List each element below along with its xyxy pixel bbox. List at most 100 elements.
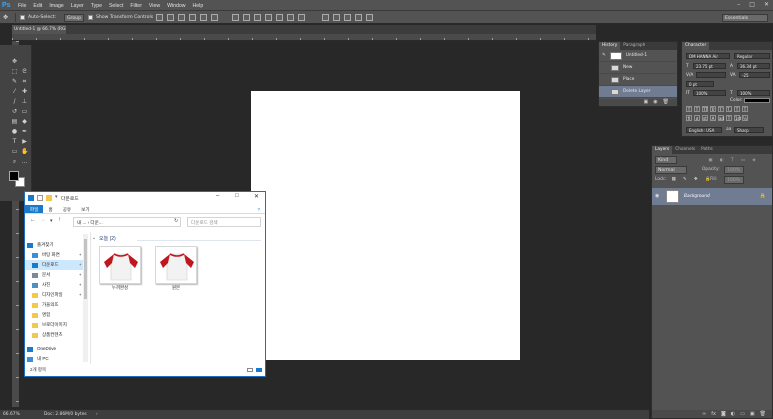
link-icon[interactable]: ∞ [702, 410, 706, 418]
align-left-icon[interactable] [189, 14, 196, 21]
opacity-field[interactable]: 100% [724, 166, 744, 174]
distribute-middle-icon[interactable] [243, 14, 250, 21]
menu-image[interactable]: Image [49, 3, 63, 9]
extra-tools-icon[interactable]: … [21, 158, 28, 165]
distribute-right-icon[interactable] [287, 14, 294, 21]
underline-button[interactable]: T [734, 106, 740, 112]
align-right-icon[interactable] [211, 14, 218, 21]
history-item[interactable]: New [599, 62, 677, 74]
eraser-tool-icon[interactable]: ▭ [21, 108, 28, 115]
folder-icon[interactable] [46, 195, 52, 201]
path-select-icon[interactable]: ▶ [21, 138, 28, 145]
dodge-tool-icon[interactable]: ● [11, 128, 18, 135]
sidebar-item[interactable]: 즐겨찾기 [25, 240, 83, 250]
camera-snapshot-icon[interactable]: ◉ [653, 99, 657, 106]
large-icons-view-icon[interactable] [256, 368, 262, 372]
history-snapshot[interactable]: ✎ Untitled-1 [599, 50, 677, 62]
back-arrow-icon[interactable]: ← [30, 217, 36, 223]
align-center-icon[interactable] [200, 14, 207, 21]
blur-tool-icon[interactable]: ◆ [21, 118, 28, 125]
hand-tool-icon[interactable]: ✋ [21, 148, 28, 155]
titling-alt-button[interactable]: T [726, 115, 732, 121]
healing-brush-icon[interactable]: ✚ [21, 88, 28, 95]
stylistic-alt-button[interactable]: ad [718, 115, 724, 121]
status-arrow-icon[interactable]: › [96, 410, 98, 419]
layer-row-background[interactable]: ◉ Background 🔒 [652, 188, 772, 205]
pin-icon[interactable]: ✦ [79, 270, 82, 280]
menu-layer[interactable]: Layer [71, 3, 84, 9]
minimize-button[interactable]: – [737, 1, 740, 8]
blend-mode-select[interactable]: Normal [655, 166, 687, 174]
align-middle-icon[interactable] [167, 14, 174, 21]
clone-stamp-icon[interactable]: ⊥ [21, 98, 28, 105]
trash-icon[interactable]: 🗑 [760, 410, 766, 418]
sidebar-item[interactable]: 다운로드 ✦ [25, 260, 83, 270]
ordinals-button[interactable]: 1st [734, 115, 741, 121]
document-tab[interactable]: Untitled-1 @ 66.7% (RGB/8) * [12, 25, 66, 34]
trash-icon[interactable]: 🗑 [663, 99, 669, 106]
auto-select-checkbox[interactable] [20, 15, 25, 20]
file-item[interactable]: 원본 [153, 246, 199, 292]
font-size-field[interactable]: 23.75 pt [693, 63, 726, 69]
tracking-field[interactable]: -25 [739, 72, 770, 78]
document-canvas[interactable] [251, 91, 520, 360]
recent-locations-icon[interactable]: ▾ [50, 218, 53, 224]
horizontal-ruler[interactable] [12, 34, 596, 41]
auto-align-icon[interactable] [298, 14, 305, 21]
tab-character[interactable]: Character [682, 42, 710, 50]
sidebar-item[interactable]: 바탕 화면 ✦ [25, 250, 83, 260]
tab-paragraph[interactable]: Paragraph [620, 42, 648, 50]
discretionary-ligatures-button[interactable]: st [702, 115, 708, 121]
refresh-icon[interactable]: ↻ [174, 218, 178, 224]
tab-paths[interactable]: Paths [698, 146, 716, 154]
adjustment-icon[interactable]: ◐ [731, 410, 735, 418]
eyedropper-tool-icon[interactable]: ⁄ [11, 88, 18, 95]
distribute-left-icon[interactable] [265, 14, 272, 21]
history-item[interactable]: Place [599, 74, 677, 86]
properties-icon[interactable] [37, 195, 43, 201]
menu-select[interactable]: Select [109, 3, 123, 9]
new-document-from-state-icon[interactable]: ▣ [644, 99, 649, 106]
pin-icon[interactable]: ✦ [79, 260, 82, 270]
new-layer-icon[interactable]: ▣ [750, 410, 755, 418]
3d-slide-icon[interactable] [355, 14, 362, 21]
antialias-select[interactable]: Sharp [734, 127, 764, 133]
ribbon-tab-view[interactable]: 보기 [76, 205, 94, 213]
ribbon-tab-file[interactable]: 파일 [25, 205, 44, 213]
file-item[interactable]: 누끼완성 [97, 246, 143, 292]
help-icon[interactable]: ? [252, 205, 265, 213]
eye-icon[interactable]: ◉ [655, 193, 661, 199]
pin-icon[interactable]: ✦ [79, 250, 82, 260]
distribute-center-icon[interactable] [276, 14, 283, 21]
explorer-title-bar[interactable]: ▾ 다운로드 – □ ✕ [25, 192, 265, 205]
sidebar-item[interactable]: 브로더이미지 [25, 320, 83, 330]
align-bottom-icon[interactable] [178, 14, 185, 21]
faux-italic-button[interactable]: T [694, 106, 700, 112]
lock-icons[interactable]: ▦ ✎ ✥ 🔒 [672, 177, 714, 182]
brush-tool-icon[interactable]: / [11, 98, 18, 105]
ligatures-button[interactable]: fi [686, 115, 692, 121]
ribbon-tab-home[interactable]: 홈 [43, 205, 57, 213]
sidebar-item[interactable]: 가을의뜨 [25, 300, 83, 310]
subscript-button[interactable]: T, [726, 106, 732, 112]
sidebar-item[interactable]: 사진 ✦ [25, 280, 83, 290]
show-transform-checkbox[interactable] [88, 15, 93, 20]
fill-field[interactable]: 100% [724, 176, 744, 184]
small-caps-button[interactable]: Tr [710, 106, 716, 112]
workspace-switcher[interactable]: Essentials [722, 13, 768, 22]
menu-edit[interactable]: Edit [33, 3, 42, 9]
marquee-tool-icon[interactable]: ⬚ [11, 68, 18, 75]
fractions-button[interactable]: ½ [742, 115, 748, 121]
old-style-button[interactable]: ơ [694, 115, 700, 121]
explorer-maximize-button[interactable]: □ [235, 193, 239, 199]
group-folder-icon[interactable]: ▭ [740, 410, 745, 418]
menu-help[interactable]: Help [193, 3, 204, 9]
superscript-button[interactable]: T' [718, 106, 724, 112]
kerning-field[interactable] [696, 72, 726, 78]
menu-view[interactable]: View [149, 3, 160, 9]
swash-button[interactable]: A [710, 115, 716, 121]
font-style-select[interactable]: Regular [734, 53, 770, 59]
auto-select-dropdown[interactable]: Group [64, 13, 84, 22]
sidebar-item[interactable]: 명함 [25, 310, 83, 320]
scrollbar-thumb[interactable] [84, 239, 87, 299]
